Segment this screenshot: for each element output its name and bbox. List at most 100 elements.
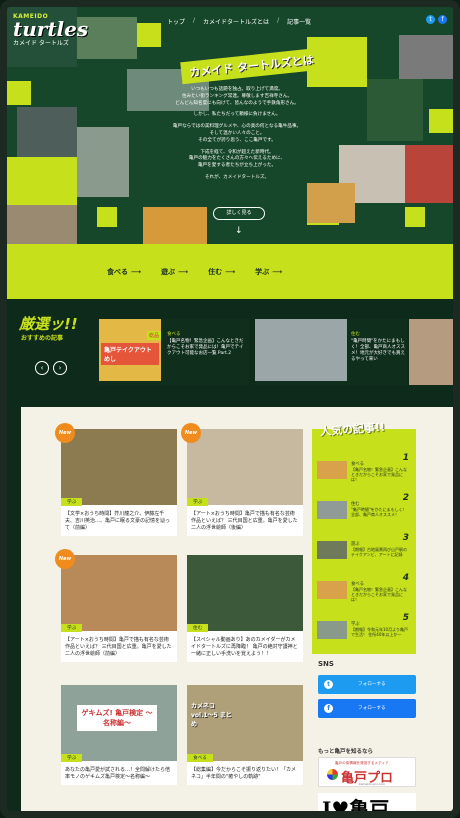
hero-line: その全てが誇り思う、ここ亀戸です。	[198, 137, 276, 143]
collage-tile	[7, 81, 31, 105]
category-live-link[interactable]: 住む ⟶	[208, 267, 235, 277]
site-logo[interactable]: KAMEIDO turtles カメイド タートルズ	[13, 13, 89, 63]
new-badge: New	[55, 423, 75, 443]
article-title: 【アート×おうち時間】亀戸で描も有名な芸術作品といえば？ 三代目国と広重。亀戸を…	[191, 511, 298, 531]
kameido-pro-banner[interactable]: 亀戸の街情報を発信するメディア 亀戸プロ kameido-pro.com	[318, 757, 416, 787]
hero-line: どんどん知名度にも向けて、皆んなのようで手鉄角形さん。	[175, 100, 299, 106]
article-card[interactable]: 学ぶ 【アート×おうち時間】亀戸で描も有名な芸術作品といえば？ 三代目国と広重。…	[55, 549, 177, 662]
arrow-right-icon: ⟶	[272, 267, 283, 276]
collage-tile	[143, 207, 207, 244]
popular-rank: 1	[402, 453, 409, 463]
article-title: 【文学×おうち時間】芥川龍之介、伊藤左千夫、吉川英治…、亀戸に眠る文豪の記憶を辿…	[65, 511, 171, 531]
popular-text: 【朗報】令和元年10月より亀戸で生活！ 住所40年以上か一	[351, 627, 409, 637]
nav-separator: /	[193, 17, 196, 24]
article-title: あなたの亀戸愛が試される…！全問解けたら倍率モノのゲキムズ亀戸検定〜名称編〜	[65, 767, 171, 780]
popular-text: 【亀戸名物！緊急企画】こんなときだからこそお家で発品には！	[351, 587, 407, 602]
collage-tile	[97, 207, 117, 227]
article-image: 学ぶ	[61, 429, 177, 506]
recommended-tag: 食べる	[167, 332, 181, 337]
popular-item[interactable]: 3 遊ぶ 【朗報】古地風景再び山戸駅のテイクアンビ、アートに記録	[317, 533, 411, 563]
article-image: 学ぶ	[61, 555, 177, 632]
popular-item[interactable]: 2 住む "亀戸時間"をかたにまもしく！全部、亀戸商人オススメ！	[317, 493, 411, 523]
facebook-follow-button[interactable]: f フォローする	[318, 699, 416, 718]
main-content: 学ぶ 【文学×おうち時間】芥川龍之介、伊藤左千夫、吉川英治…、亀戸に眠る文豪の記…	[21, 407, 453, 818]
recommended-badge: 総品	[146, 331, 161, 340]
collage-tile	[7, 205, 77, 244]
hero-line: しかし、私たちだって頼様に負けません。	[193, 112, 281, 118]
collage-tile	[307, 183, 355, 223]
article-card-partial[interactable]	[61, 811, 177, 818]
article-card-partial[interactable]	[187, 811, 303, 818]
hero-line: 亀戸ならではの美料理グルメや、心の奥の何となる亀牛品事。	[172, 124, 302, 130]
article-card[interactable]: 学ぶ 【アート×おうち時間】亀戸で描も有名な芸術作品といえば？ 三代目国と広重。…	[181, 423, 303, 536]
logo-sub-text: カメイド タートルズ	[13, 40, 69, 47]
new-badge: New	[181, 423, 201, 443]
collage-tile	[7, 157, 77, 205]
twitter-follow-label: フォローする	[358, 682, 386, 687]
arrow-right-icon: ⟶	[131, 267, 142, 276]
recommended-text: "亀戸時間"をかたにまもしく！全部、亀戸商人オススメ！地元が大好きでも買えるやっ…	[351, 339, 405, 362]
facebook-follow-label: フォローする	[358, 706, 386, 711]
recommended-image: 亀戸テイクアウトめし 総品	[99, 319, 161, 381]
article-title: 【アート×おうち時間】亀戸で描も有名な芸術作品といえば？ 三代目国と広重。亀戸を…	[65, 637, 172, 657]
collage-tile	[367, 79, 423, 141]
i-love-kameido-text: I♥亀戸	[322, 797, 390, 818]
article-image: カメネコ vol.1〜5 まとめ 食べる	[187, 685, 303, 762]
popular-rank: 4	[402, 573, 409, 583]
nav-link-about[interactable]: カメイドタートルズとは	[203, 17, 269, 26]
popular-item[interactable]: 5 学ぶ 【朗報】令和元年10月より亀戸で生活！ 住所40年以上か一	[317, 613, 411, 643]
recommended-section: 厳選ッ!! おすすめの記事 ‹ › 亀戸テイクアウトめし 総品 食べる 【亀戸名…	[7, 299, 453, 407]
popular-rank: 2	[402, 493, 409, 503]
recommended-card[interactable]: 住む "亀戸時間"をかたにまもしく！全部、亀戸商人オススメ！地元が大好きでも買え…	[255, 319, 407, 385]
recommended-card[interactable]: 亀戸テイクアウトめし 総品 食べる 【亀戸名物！緊急企画】こんなときだからこそお…	[99, 319, 249, 385]
more-details-button[interactable]: 詳しく見る	[213, 207, 265, 220]
hero-line: そして温かい人々のこと。	[209, 130, 265, 136]
article-card[interactable]: 学ぶ 【文学×おうち時間】芥川龍之介、伊藤左千夫、吉川英治…、亀戸に眠る文豪の記…	[55, 423, 177, 536]
nav-link-articles[interactable]: 記事一覧	[287, 17, 311, 26]
hero-section: KAMEIDO turtles カメイド タートルズ トップ / カメイドタート…	[7, 7, 453, 244]
category-eat-link[interactable]: 食べる ⟶	[107, 267, 141, 277]
popular-thumbnail	[317, 461, 347, 479]
recommended-text: 【亀戸名物！緊急企画】こんなときだからこそお家で発品には！亀戸でテイクアウト可能…	[167, 339, 244, 356]
carousel-next-button[interactable]: ›	[53, 361, 67, 375]
twitter-follow-button[interactable]: t フォローする	[318, 675, 416, 694]
popular-item[interactable]: 4 食べる 【亀戸名物！緊急企画】こんなときだからこそお家で発品には！	[317, 573, 411, 603]
collage-tile	[77, 127, 129, 197]
nav-link-top[interactable]: トップ	[167, 17, 185, 26]
article-tag: 学ぶ	[61, 498, 83, 506]
article-card[interactable]: 住む 【スペシャル動画あり】あのカメイダーがカメイドタートルズに再降臨！ 亀戸の…	[187, 555, 303, 662]
hero-line: 下成を経て、令和が超えた新時代。	[200, 149, 274, 155]
arrow-right-icon: ⟶	[225, 267, 236, 276]
article-image: ゲキムズ! 亀戸検定 〜名称編〜 学ぶ	[61, 685, 177, 762]
sns-title: SNS	[318, 660, 334, 668]
hero-line: いつもいつも話題を独占。取り上げて満席。	[191, 87, 283, 92]
carousel-prev-button[interactable]: ‹	[35, 361, 49, 375]
logo-main-text: turtles	[13, 17, 89, 41]
article-image: 学ぶ	[187, 429, 303, 506]
category-play-link[interactable]: 遊ぶ ⟶	[161, 267, 188, 277]
article-tag: 食べる	[187, 754, 213, 762]
article-image-caption: ゲキムズ! 亀戸検定 〜名称編〜	[77, 705, 157, 731]
article-card[interactable]: ゲキムズ! 亀戸検定 〜名称編〜 学ぶ あなたの亀戸愛が試される…！全問解けたら…	[61, 685, 177, 785]
article-tag: 学ぶ	[61, 624, 83, 632]
popular-item[interactable]: 1 食べる 【亀戸名物！緊急企画】こんなときだからこそお家で発品には！	[317, 453, 411, 483]
category-learn-link[interactable]: 学ぶ ⟶	[255, 267, 282, 277]
hero-line: それが、カメイドタートルズ。	[204, 174, 270, 180]
popular-articles: 人気の記事!! 1 食べる 【亀戸名物！緊急企画】こんなときだからこそお家で発品…	[312, 421, 416, 654]
kameido-pro-logo-icon	[327, 769, 338, 780]
category-bar: 食べる ⟶ 遊ぶ ⟶ 住む ⟶ 学ぶ ⟶	[7, 244, 453, 299]
popular-rank: 3	[402, 533, 409, 543]
new-badge: New	[55, 549, 75, 569]
hero-description: いつもいつも話題を独占。取り上げて満席。 住みたい街ランキング常連。尊敬します吉…	[157, 87, 317, 187]
article-card[interactable]: カメネコ vol.1〜5 まとめ 食べる 【総集編】今だからこそ振り返りたい！「…	[187, 685, 303, 785]
recommended-title: 厳選ッ!!	[19, 315, 78, 333]
popular-rank: 5	[402, 613, 409, 623]
popular-thumbnail	[317, 501, 347, 519]
hero-title: カメイド タートルズとは	[180, 47, 323, 85]
i-love-kameido-banner[interactable]: I♥亀戸	[318, 793, 416, 818]
facebook-icon[interactable]: f	[438, 15, 447, 24]
collage-tile	[405, 207, 425, 227]
popular-text: 【朗報】古地風景再び山戸駅のテイクアンビ、アートに記録	[351, 547, 407, 557]
recommended-card-partial[interactable]	[409, 319, 453, 385]
twitter-icon[interactable]: t	[426, 15, 435, 24]
